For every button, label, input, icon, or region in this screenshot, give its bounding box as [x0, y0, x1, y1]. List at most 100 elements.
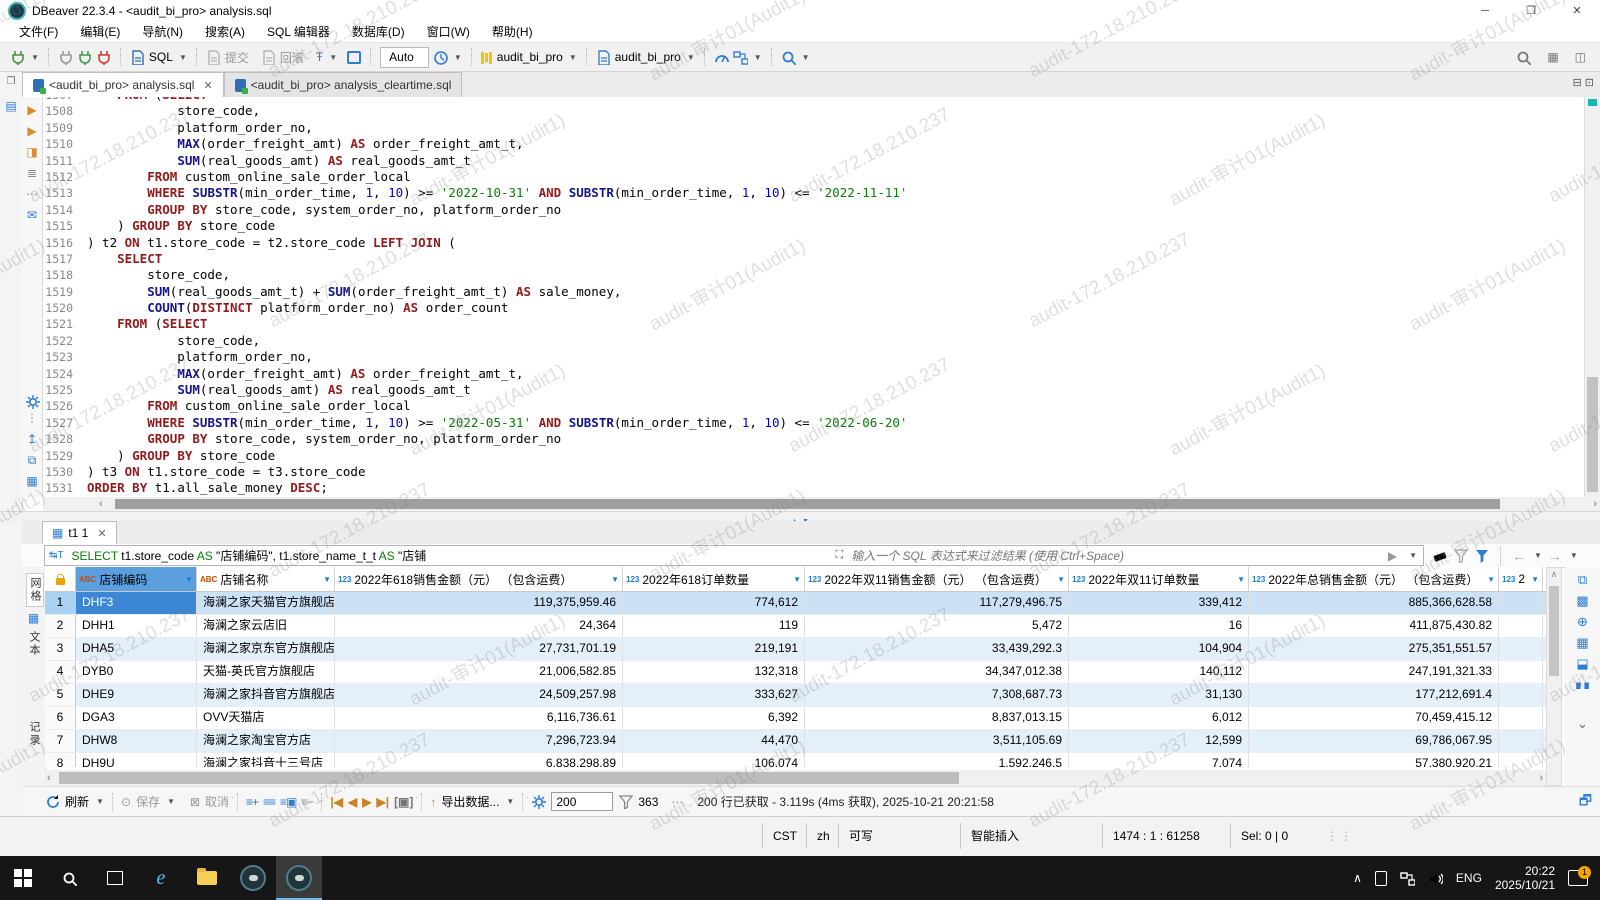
editor-horizontal-scrollbar[interactable]: ‹ › [43, 497, 1600, 511]
grid-cell[interactable]: 70,459,415.12 [1249, 707, 1499, 729]
menu-item-7[interactable]: 帮助(H) [481, 22, 544, 43]
grid-cell[interactable]: 140,112 [1069, 661, 1249, 683]
grid-scroll-up-icon[interactable]: ∧ [1547, 568, 1561, 580]
grid-view-icon[interactable]: ▦ [26, 472, 37, 493]
add-row-icon[interactable]: ≡+ [246, 795, 259, 809]
menu-item-2[interactable]: 导航(N) [131, 22, 194, 43]
nav-back-icon[interactable]: ← [1512, 548, 1526, 564]
column-filter-icon[interactable]: ▼ [1531, 575, 1539, 584]
column-header-1[interactable]: ABC 店铺名称 ▼ [197, 567, 335, 591]
grid-cell[interactable]: OVV天猫店 [197, 707, 335, 729]
grid-cell[interactable]: 106,074 [623, 753, 805, 767]
new-connection-dropdown-icon[interactable]: ▼ [31, 53, 39, 62]
grid-cell[interactable] [1499, 638, 1543, 660]
export-data-button[interactable]: 导出数据... [441, 793, 499, 810]
code-line[interactable]: 1530) t3 ON t1.store_code = t3.store_cod… [43, 464, 1584, 480]
column-filter-icon[interactable]: ▼ [793, 575, 801, 584]
network-icon[interactable] [733, 50, 748, 65]
next-page-icon[interactable]: ▶ [362, 795, 371, 809]
grid-cell[interactable]: 69,786,067.95 [1249, 730, 1499, 752]
grid-cell[interactable]: 海澜之家抖音官方旗舰店 [197, 684, 335, 706]
column-filter-icon[interactable]: ▼ [1057, 575, 1065, 584]
more-actions-icon[interactable]: ⋯ [26, 185, 38, 206]
grid-cell[interactable]: 1,592,246.5 [805, 753, 1069, 767]
menu-item-5[interactable]: 数据库(D) [341, 22, 416, 43]
filter-dropdown-icon[interactable]: ▼ [1409, 551, 1423, 560]
close-tab-icon[interactable]: ✕ [203, 79, 212, 92]
transaction-dropdown-icon[interactable]: ▼ [329, 53, 337, 62]
new-connection-icon[interactable] [10, 49, 25, 65]
references-panel-icon[interactable]: ∎∎ [1574, 678, 1591, 692]
grid-cell[interactable]: 海澜之家淘宝官方店 [197, 730, 335, 752]
code-line[interactable]: 1516) t2 ON t1.store_code = t2.store_cod… [43, 235, 1584, 251]
grid-cell[interactable] [1499, 615, 1543, 637]
row-number[interactable]: 1 [45, 592, 76, 614]
duplicate-row-icon[interactable]: ≡≡ [263, 795, 276, 809]
transaction-log-icon[interactable] [433, 50, 448, 65]
tray-expand-icon[interactable]: ∧ [1353, 871, 1362, 885]
refresh-icon[interactable] [45, 794, 60, 809]
code-line[interactable]: 1525 SUM(real_goods_amt) AS real_goods_a… [43, 382, 1584, 398]
lock-icon[interactable] [347, 50, 362, 64]
grid-cell[interactable]: 774,612 [623, 592, 805, 614]
nav-back-dropdown-icon[interactable]: ▼ [1534, 551, 1542, 560]
database-select[interactable]: audit_bi_pro [497, 50, 563, 64]
maximize-results-icon[interactable]: ⧉ [1578, 573, 1587, 587]
column-filter-icon[interactable]: ▼ [1487, 575, 1495, 584]
column-header-5[interactable]: 123 2022年双11订单数量 ▼ [1069, 567, 1249, 591]
grid-cell[interactable]: 411,875,430.82 [1249, 615, 1499, 637]
code-line[interactable]: 1524 MAX(order_freight_amt) AS order_fre… [43, 366, 1584, 382]
row-number[interactable]: 6 [45, 707, 76, 729]
column-filter-icon[interactable]: ▼ [1237, 575, 1245, 584]
code-line[interactable]: 1529 ) GROUP BY store_code [43, 448, 1584, 464]
erase-filter-icon[interactable] [1432, 548, 1447, 563]
delete-row-icon[interactable]: ≡− [301, 795, 314, 809]
file-explorer-button[interactable] [184, 856, 230, 900]
scroll-right-icon[interactable]: › [1593, 497, 1597, 511]
column-header-0[interactable]: ABC 店铺编码 ▼ [76, 567, 197, 591]
tools-dropdown-icon[interactable]: ▼ [754, 53, 762, 62]
code-line[interactable]: 1521 FROM (SELECT [43, 316, 1584, 332]
editor-hscroll-thumb[interactable] [115, 499, 1500, 509]
menu-item-6[interactable]: 窗口(W) [416, 22, 481, 43]
grid-cell[interactable]: 104,904 [1069, 638, 1249, 660]
commit-button[interactable]: 提交 [225, 49, 249, 66]
filter-input[interactable] [849, 547, 1378, 564]
row-number[interactable]: 4 [45, 661, 76, 683]
grid-cell[interactable]: DHH1 [76, 615, 197, 637]
filter-enabled-icon[interactable] [1474, 548, 1489, 563]
collapse-panel-icon[interactable]: ⌄ [1577, 717, 1588, 731]
grid-vscroll-thumb[interactable] [1549, 586, 1559, 676]
grid-cell[interactable]: DGA3 [76, 707, 197, 729]
row-number[interactable]: 5 [45, 684, 76, 706]
export-dropdown-icon[interactable]: ▼ [506, 797, 514, 806]
results-tab[interactable]: ▦ t1 1 ✕ [42, 521, 117, 544]
code-line[interactable]: 1527 WHERE SUBSTR(min_order_time, 1, 10)… [43, 415, 1584, 431]
grid-cell[interactable]: 6,012 [1069, 707, 1249, 729]
refresh-button[interactable]: 刷新 [65, 793, 89, 810]
code-line[interactable]: 1511 SUM(real_goods_amt) AS real_goods_a… [43, 153, 1584, 169]
action-center-icon[interactable]: 1 [1568, 866, 1591, 886]
grid-cell[interactable]: 119 [623, 615, 805, 637]
grid-cell[interactable]: DHF3 [76, 592, 197, 614]
copy-doc-icon[interactable]: ⧉ [28, 451, 37, 472]
grid-cell[interactable]: 885,366,628.58 [1249, 592, 1499, 614]
code-line[interactable]: 1509 platform_order_no, [43, 120, 1584, 136]
grid-scroll-right-icon[interactable]: › [1539, 770, 1543, 786]
grid-cell[interactable]: 24,364 [335, 615, 623, 637]
row-count-filter-icon[interactable] [618, 794, 633, 809]
settings-gear-icon[interactable] [24, 394, 40, 409]
grid-cell[interactable]: DYB0 [76, 661, 197, 683]
column-header-2[interactable]: 123 2022年618销售金额（元） （包含运费） ▼ [335, 567, 623, 591]
code-line[interactable]: 1518 store_code, [43, 267, 1584, 283]
grid-cell[interactable]: DH9U [76, 753, 197, 767]
restore-icon[interactable]: ❐ [1508, 0, 1554, 22]
dbeaver-taskbar-button[interactable] [276, 856, 322, 900]
open-panel-icon[interactable]: 🗗 [1579, 790, 1592, 814]
row-number[interactable]: 7 [45, 730, 76, 752]
grid-cell[interactable]: 219,191 [623, 638, 805, 660]
grid-cell[interactable]: 8,837,013.15 [805, 707, 1069, 729]
grid-cell[interactable]: 21,006,582.85 [335, 661, 623, 683]
menu-item-1[interactable]: 编辑(E) [69, 22, 131, 43]
code-line[interactable]: 1522 store_code, [43, 333, 1584, 349]
